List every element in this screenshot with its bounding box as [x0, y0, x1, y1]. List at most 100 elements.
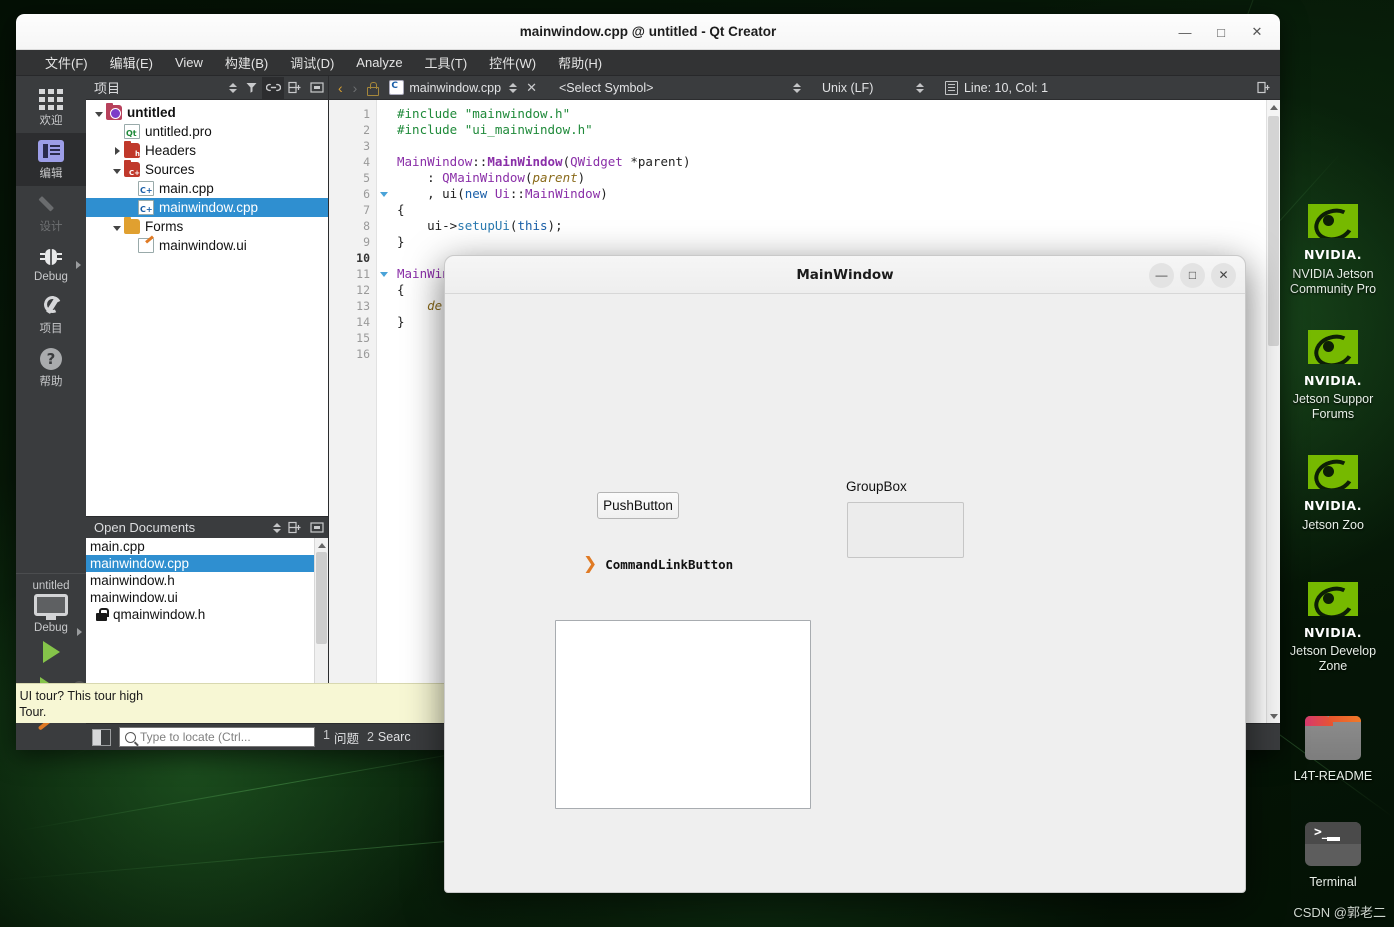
fold-marker-icon[interactable]	[377, 266, 391, 282]
desktop-icon-jetson-support-forums[interactable]: NVIDIA. Jetson Suppor Forums	[1272, 321, 1394, 423]
tree-item-untitled[interactable]: untitled	[86, 103, 328, 122]
tree-item-main-cpp[interactable]: C+ main.cpp	[86, 179, 328, 198]
open-document-mainwindow-h[interactable]: mainwindow.h	[86, 572, 328, 589]
split-button[interactable]	[284, 77, 306, 99]
close-document-button[interactable]: ✕	[521, 80, 542, 96]
open-documents-split-button[interactable]	[284, 517, 306, 539]
line-ending-combo[interactable]: Unix (LF)	[818, 77, 928, 99]
twisty-down-icon[interactable]	[92, 105, 106, 120]
code-line: : QMainWindow(parent)	[397, 170, 586, 185]
menu-item-edit[interactable]: 编辑(E)	[99, 51, 164, 74]
mainwindow-minimize-button[interactable]: —	[1149, 262, 1174, 288]
code-line: MainWindow::MainWindow(QWidget *parent)	[397, 154, 691, 169]
desktop-icon-nvidia-jetson-community-projects[interactable]: NVIDIA. NVIDIA Jetson Community Pro	[1272, 195, 1394, 297]
desktop-icon-jetson-developer-zone[interactable]: NVIDIA. Jetson Develop Zone	[1272, 573, 1394, 675]
twisty-down-icon[interactable]	[110, 162, 124, 177]
menu-item-view[interactable]: View	[164, 53, 214, 72]
back-button[interactable]: ‹	[333, 80, 348, 96]
tree-item-untitled-pro[interactable]: Qt untitled.pro	[86, 122, 328, 141]
project-icon	[106, 103, 122, 120]
menu-item-tools[interactable]: 工具(T)	[414, 51, 479, 74]
status-pane-search[interactable]: 2 Searc	[367, 730, 411, 744]
cursor-position-label: Line: 10, Col: 1	[963, 80, 1049, 95]
scroll-up-icon[interactable]	[1267, 100, 1280, 114]
tree-item-forms[interactable]: Forms	[86, 217, 328, 236]
menu-item-file[interactable]: 文件(F)	[34, 51, 99, 74]
mode-edit[interactable]: 编辑	[16, 133, 86, 186]
push-button[interactable]: PushButton	[597, 492, 679, 519]
editor-scrollbar[interactable]	[1266, 100, 1280, 723]
open-document-mainwindow-ui[interactable]: mainwindow.ui	[86, 589, 328, 606]
line-number: 4	[363, 155, 370, 169]
tree-item-mainwindow-ui[interactable]: mainwindow.ui	[86, 236, 328, 255]
desktop-icon-terminal[interactable]: >_ Terminal	[1272, 818, 1394, 890]
fold-marker-icon[interactable]	[377, 186, 391, 202]
mode-design[interactable]: 设计	[16, 186, 86, 239]
mainwindow-maximize-button[interactable]: □	[1180, 262, 1205, 288]
sidebar-selector-button[interactable]	[218, 77, 240, 99]
desktop-icon-label-2: Community Pro	[1289, 281, 1377, 296]
menu-item-widgets[interactable]: 控件(W)	[478, 51, 547, 74]
tree-item-sources[interactable]: C+ Sources	[86, 160, 328, 179]
mode-welcome[interactable]: 欢迎	[16, 82, 86, 133]
menu-item-help[interactable]: 帮助(H)	[547, 51, 613, 74]
twisty-right-icon[interactable]	[110, 143, 124, 158]
minimize-button[interactable]: —	[1168, 17, 1202, 47]
menu-item-build[interactable]: 构建(B)	[214, 51, 279, 74]
tree-item-mainwindow-cpp[interactable]: C+ mainwindow.cpp	[86, 198, 328, 217]
forward-button[interactable]: ›	[348, 80, 363, 96]
tree-item-headers[interactable]: h Headers	[86, 141, 328, 160]
menu-item-analyze[interactable]: Analyze	[345, 53, 413, 72]
close-split-icon	[310, 522, 324, 533]
run-button[interactable]	[16, 634, 86, 670]
open-document-qmainwindow-h[interactable]: qmainwindow.h	[86, 606, 328, 623]
scroll-down-icon[interactable]	[1267, 709, 1280, 723]
tree-item-label: untitled	[127, 105, 176, 120]
maximize-button[interactable]: □	[1204, 17, 1238, 47]
open-document-main-cpp[interactable]: main.cpp	[86, 538, 328, 555]
mainwindow-close-button[interactable]: ✕	[1211, 262, 1236, 288]
split-editor-button[interactable]	[1252, 81, 1276, 94]
filter-button[interactable]	[240, 77, 262, 99]
line-number: 6	[363, 187, 370, 201]
open-documents-close-button[interactable]	[306, 517, 328, 539]
menu-item-debug[interactable]: 调试(D)	[279, 51, 345, 74]
scrollbar-thumb[interactable]	[1268, 116, 1279, 346]
editor-toolbar: ‹ › mainwindow.cpp ✕ <Select Symbol>	[329, 76, 1280, 99]
symbol-selector-combo[interactable]: <Select Symbol>	[555, 77, 805, 99]
close-sidebar-button[interactable]	[306, 77, 328, 99]
scrollbar-thumb[interactable]	[316, 552, 327, 644]
close-button[interactable]: ✕	[1240, 17, 1274, 47]
sidebar-toggle-icon[interactable]	[92, 728, 111, 746]
status-pane-issues[interactable]: 1 问题	[323, 728, 359, 747]
locator-input[interactable]: Type to locate (Ctrl...	[119, 727, 315, 747]
unlocked-icon[interactable]	[365, 81, 380, 96]
ui-file-icon	[138, 238, 154, 253]
mode-help[interactable]: ? 帮助	[16, 341, 86, 394]
monitor-icon[interactable]	[34, 594, 68, 620]
link-with-editor-button[interactable]	[262, 76, 284, 99]
cursor-position-indicator[interactable]: Line: 10, Col: 1	[941, 77, 1052, 99]
command-link-button[interactable]: ❯ CommandLinkButton	[583, 556, 733, 573]
open-document-mainwindow-cpp[interactable]: mainwindow.cpp	[86, 555, 328, 572]
funnel-icon	[246, 83, 256, 93]
mode-debug[interactable]: Debug	[16, 239, 86, 288]
mode-label: 设计	[39, 221, 63, 233]
code-folding-column[interactable]	[377, 100, 391, 723]
desktop-icon-l4t-readme[interactable]: L4T-README	[1272, 712, 1394, 784]
text-edit[interactable]	[555, 620, 811, 809]
open-document-label: qmainwindow.h	[113, 607, 206, 622]
desktop-icon-jetson-zoo[interactable]: NVIDIA. Jetson Zoo	[1272, 446, 1394, 533]
twisty-down-icon[interactable]	[110, 219, 124, 234]
tree-item-label: mainwindow.ui	[159, 238, 247, 253]
open-documents-selector-button[interactable]	[262, 517, 284, 539]
group-box[interactable]	[847, 502, 964, 558]
mode-projects[interactable]: 项目	[16, 288, 86, 341]
open-file-combo[interactable]: mainwindow.cpp	[385, 77, 521, 99]
scroll-up-icon[interactable]	[315, 538, 328, 552]
chevron-right-icon	[77, 628, 82, 636]
line-number: 15	[356, 331, 370, 345]
